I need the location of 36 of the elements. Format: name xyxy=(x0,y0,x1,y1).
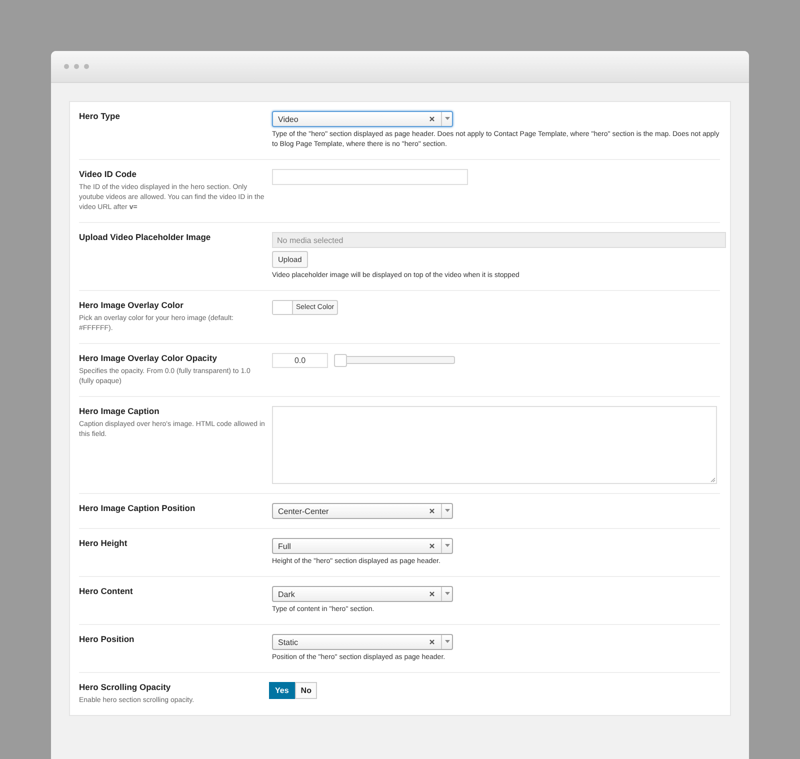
dropdown-caret-icon xyxy=(444,117,450,121)
field-label: Hero Position xyxy=(79,634,136,645)
dropdown-caret-icon xyxy=(444,509,450,513)
dropdown-caret-icon xyxy=(444,544,450,548)
dropdown-caret-icon xyxy=(444,592,450,596)
resize-grip-icon[interactable] xyxy=(710,477,715,482)
clear-icon[interactable] xyxy=(429,591,435,597)
window-dot-icon xyxy=(64,64,69,69)
dropdown-select[interactable]: Dark xyxy=(272,586,453,602)
window-dot-icon xyxy=(74,64,79,69)
dropdown-caret-icon xyxy=(444,640,450,644)
field-label: Hero Scrolling Opacity xyxy=(79,682,172,693)
field-label: Hero Content xyxy=(79,586,134,597)
clear-icon[interactable] xyxy=(429,508,435,514)
opacity-slider[interactable] xyxy=(334,354,455,367)
dropdown-select[interactable]: Video xyxy=(272,111,453,127)
dropdown-select[interactable]: Center-Center xyxy=(272,503,453,519)
field-label: Hero Type xyxy=(79,111,121,122)
window-dot-icon xyxy=(84,64,89,69)
field-label: Hero Height xyxy=(79,538,128,549)
input-field[interactable] xyxy=(272,169,468,185)
clear-icon[interactable] xyxy=(429,543,435,549)
field-label: Hero Image Caption Position xyxy=(79,503,196,514)
field-label: Video ID Code xyxy=(79,169,138,180)
dropdown-select[interactable]: Full xyxy=(272,538,453,554)
field-label: Hero Image Caption xyxy=(79,406,160,417)
toggle-option[interactable]: Yes xyxy=(269,682,295,699)
opacity-input-field[interactable]: 0.0 xyxy=(272,353,328,368)
clear-icon[interactable] xyxy=(429,639,435,645)
toggle-option[interactable]: No xyxy=(294,682,318,699)
field-label: Hero Image Overlay Color xyxy=(79,300,184,311)
dropdown-select[interactable]: Static xyxy=(272,634,453,650)
clear-icon[interactable] xyxy=(429,116,435,122)
field-label: Hero Image Overlay Color Opacity xyxy=(79,353,218,364)
field-label: Upload Video Placeholder Image xyxy=(79,232,212,243)
slider-thumb[interactable] xyxy=(334,354,347,367)
